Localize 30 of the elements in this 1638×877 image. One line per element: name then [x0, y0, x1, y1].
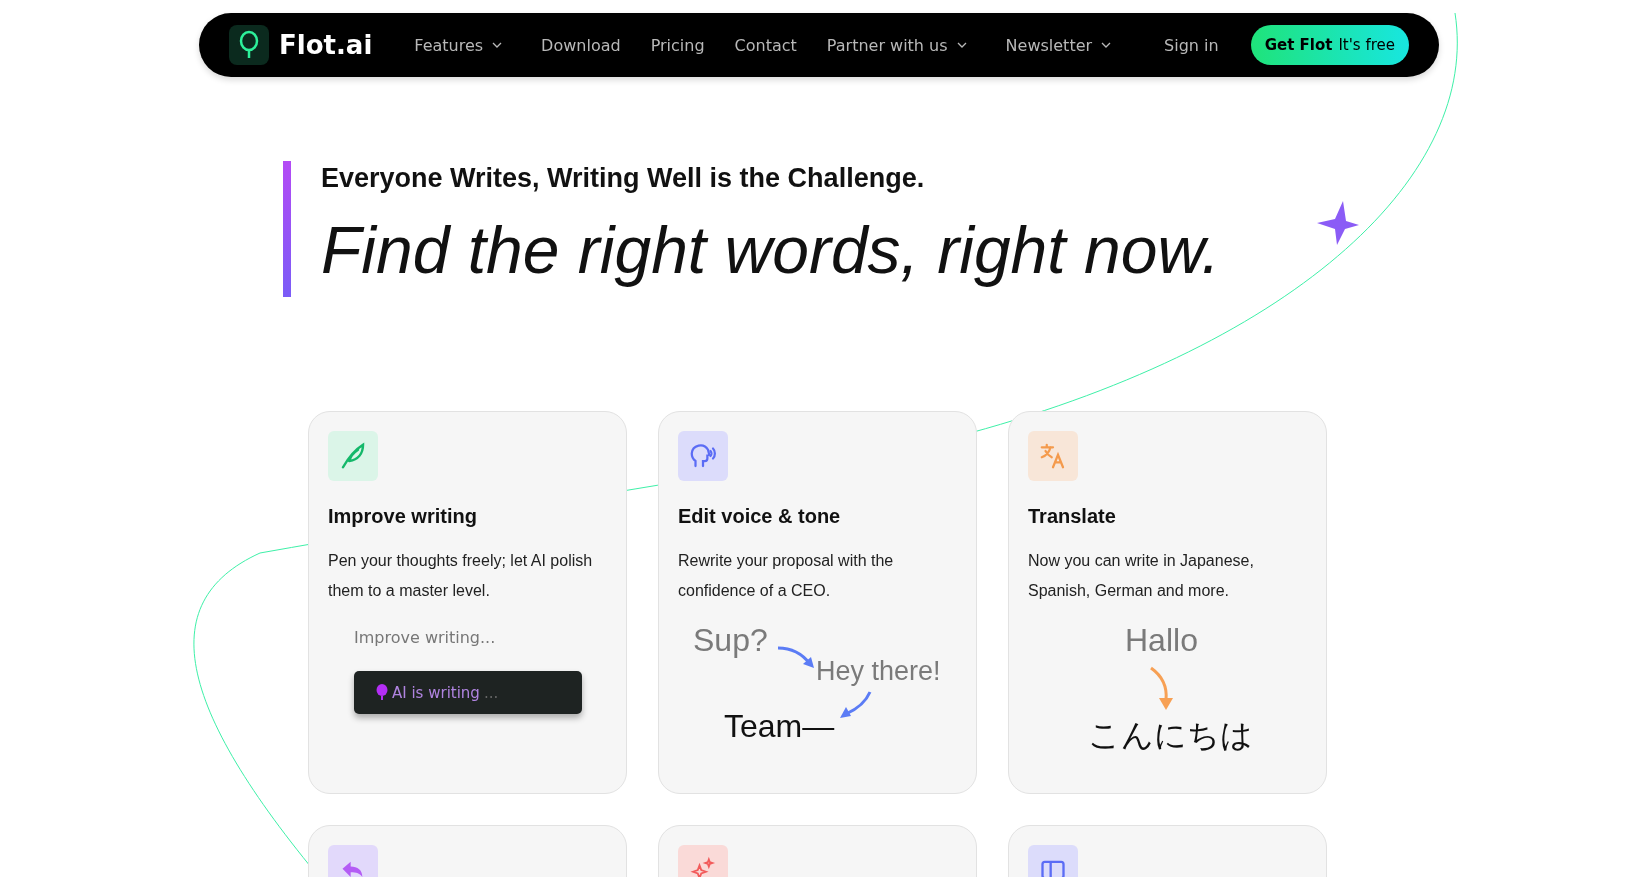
brand-name: Flot.ai — [279, 30, 373, 60]
nav-link[interactable]: Download — [541, 35, 621, 55]
nav-link[interactable]: Contact — [734, 35, 797, 55]
status-text: AI is writing — [392, 683, 480, 702]
curved-arrow-icon — [838, 690, 874, 720]
balloon-logo-icon — [229, 25, 269, 65]
card-title: Translate — [1028, 505, 1117, 528]
nav-link[interactable]: Features — [414, 35, 504, 55]
get-flot-button[interactable]: Get Flot It's free — [1250, 25, 1409, 65]
nav-link[interactable]: Pricing — [650, 35, 705, 55]
greeting-word: Hey there! — [816, 656, 941, 687]
curved-arrow-icon — [776, 644, 816, 670]
sparkle-icon — [689, 856, 717, 877]
casual-word: Sup? — [693, 622, 768, 659]
nav-link[interactable]: Partner with us — [826, 35, 968, 55]
hero-subtitle: Everyone Writes, Writing Well is the Challenge. — [321, 162, 926, 194]
card-title: Improve writing — [328, 505, 478, 528]
card-description: Pen your thoughts freely; let AI polish them to a master level. — [328, 551, 594, 601]
sign-in-link[interactable]: Sign in — [1164, 35, 1219, 55]
card-title: Edit voice & tone — [678, 505, 842, 528]
prompt-placeholder-text: Improve writing... — [354, 628, 496, 647]
balloon-icon — [376, 684, 388, 701]
hero-headline: Find the right words, right now. — [321, 212, 1220, 288]
card-description: Rewrite your proposal with the confidence of a CEO. — [678, 551, 895, 601]
status-dots: ... — [483, 683, 499, 702]
translated-word: こんにちは — [1088, 716, 1253, 755]
formal-word: Team— — [724, 708, 835, 745]
nav-link[interactable]: Newsletter — [1005, 35, 1113, 55]
source-word: Hallo — [1125, 622, 1198, 659]
card-description: Now you can write in Japanese, Spanish, German and more. — [1028, 551, 1255, 601]
